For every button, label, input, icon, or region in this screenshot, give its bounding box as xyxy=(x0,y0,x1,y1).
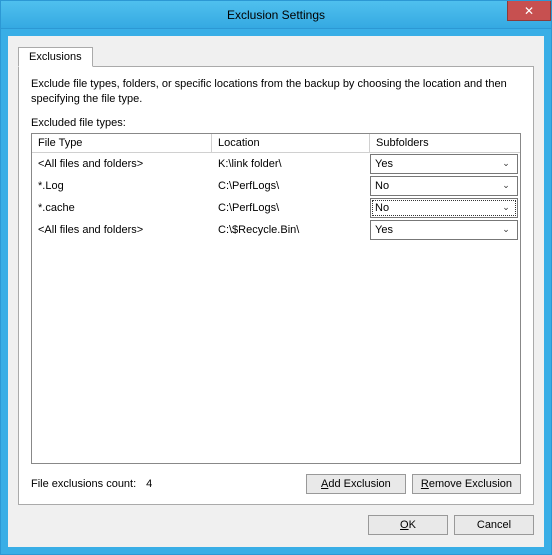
ok-button[interactable]: OK xyxy=(368,515,448,535)
grid-body: <All files and folders>K:\link folder\Ye… xyxy=(32,153,520,463)
close-button[interactable]: ✕ xyxy=(507,1,551,21)
exclusions-grid: File Type Location Subfolders <All files… xyxy=(31,133,521,464)
subfolders-value: No xyxy=(375,180,389,192)
cell-subfolders: Yes ⌄ xyxy=(370,153,520,175)
column-header-location[interactable]: Location xyxy=(212,134,370,153)
table-row[interactable]: <All files and folders>K:\link folder\Ye… xyxy=(32,153,520,175)
excluded-list-label: Excluded file types: xyxy=(31,117,521,129)
cell-location[interactable]: C:\PerfLogs\ xyxy=(212,175,370,197)
chevron-down-icon: ⌄ xyxy=(499,224,513,235)
dialog-button-row: OK Cancel xyxy=(18,505,534,537)
exclusion-settings-window: Exclusion Settings ✕ Exclusions Exclude … xyxy=(0,0,552,555)
column-header-filetype[interactable]: File Type xyxy=(32,134,212,153)
chevron-down-icon: ⌄ xyxy=(499,202,513,213)
content-area: Exclusions Exclude file types, folders, … xyxy=(8,36,544,547)
remove-exclusion-button[interactable]: Remove Exclusion xyxy=(412,474,521,494)
cell-filetype[interactable]: *.cache xyxy=(32,197,212,219)
subfolders-select[interactable]: Yes ⌄ xyxy=(370,220,518,240)
subfolders-select[interactable]: No ⌄ xyxy=(370,176,518,196)
subfolders-value: No xyxy=(375,202,389,214)
cell-location[interactable]: K:\link folder\ xyxy=(212,153,370,175)
cell-location[interactable]: C:\$Recycle.Bin\ xyxy=(212,219,370,241)
window-title: Exclusion Settings xyxy=(1,8,551,22)
subfolders-value: Yes xyxy=(375,224,393,236)
titlebar: Exclusion Settings ✕ xyxy=(1,1,551,29)
chevron-down-icon: ⌄ xyxy=(499,180,513,191)
cell-subfolders: No ⌄ xyxy=(370,175,520,197)
tab-exclusions[interactable]: Exclusions xyxy=(18,47,93,67)
panel-footer: File exclusions count: 4 Add Exclusion R… xyxy=(31,474,521,494)
cell-filetype[interactable]: *.Log xyxy=(32,175,212,197)
subfolders-select[interactable]: No ⌄ xyxy=(370,198,518,218)
cell-location[interactable]: C:\PerfLogs\ xyxy=(212,197,370,219)
description-text: Exclude file types, folders, or specific… xyxy=(31,77,521,107)
add-exclusion-button[interactable]: Add Exclusion xyxy=(306,474,406,494)
window-client-area: Exclusions Exclude file types, folders, … xyxy=(1,29,551,554)
tabstrip: Exclusions xyxy=(18,47,534,67)
cell-subfolders: No ⌄ xyxy=(370,197,520,219)
subfolders-select[interactable]: Yes ⌄ xyxy=(370,154,518,174)
subfolders-value: Yes xyxy=(375,158,393,170)
cell-filetype[interactable]: <All files and folders> xyxy=(32,153,212,175)
table-row[interactable]: *.cacheC:\PerfLogs\ No ⌄ xyxy=(32,197,520,219)
cancel-button[interactable]: Cancel xyxy=(454,515,534,535)
close-icon: ✕ xyxy=(524,4,534,18)
cell-subfolders: Yes ⌄ xyxy=(370,219,520,241)
chevron-down-icon: ⌄ xyxy=(499,158,513,169)
exclusion-count-value: 4 xyxy=(146,478,152,490)
table-row[interactable]: <All files and folders>C:\$Recycle.Bin\Y… xyxy=(32,219,520,241)
cell-filetype[interactable]: <All files and folders> xyxy=(32,219,212,241)
tab-panel-exclusions: Exclude file types, folders, or specific… xyxy=(18,66,534,505)
column-header-subfolders[interactable]: Subfolders xyxy=(370,134,520,153)
exclusion-count-label: File exclusions count: xyxy=(31,478,136,490)
table-row[interactable]: *.LogC:\PerfLogs\ No ⌄ xyxy=(32,175,520,197)
grid-header: File Type Location Subfolders xyxy=(32,134,520,153)
